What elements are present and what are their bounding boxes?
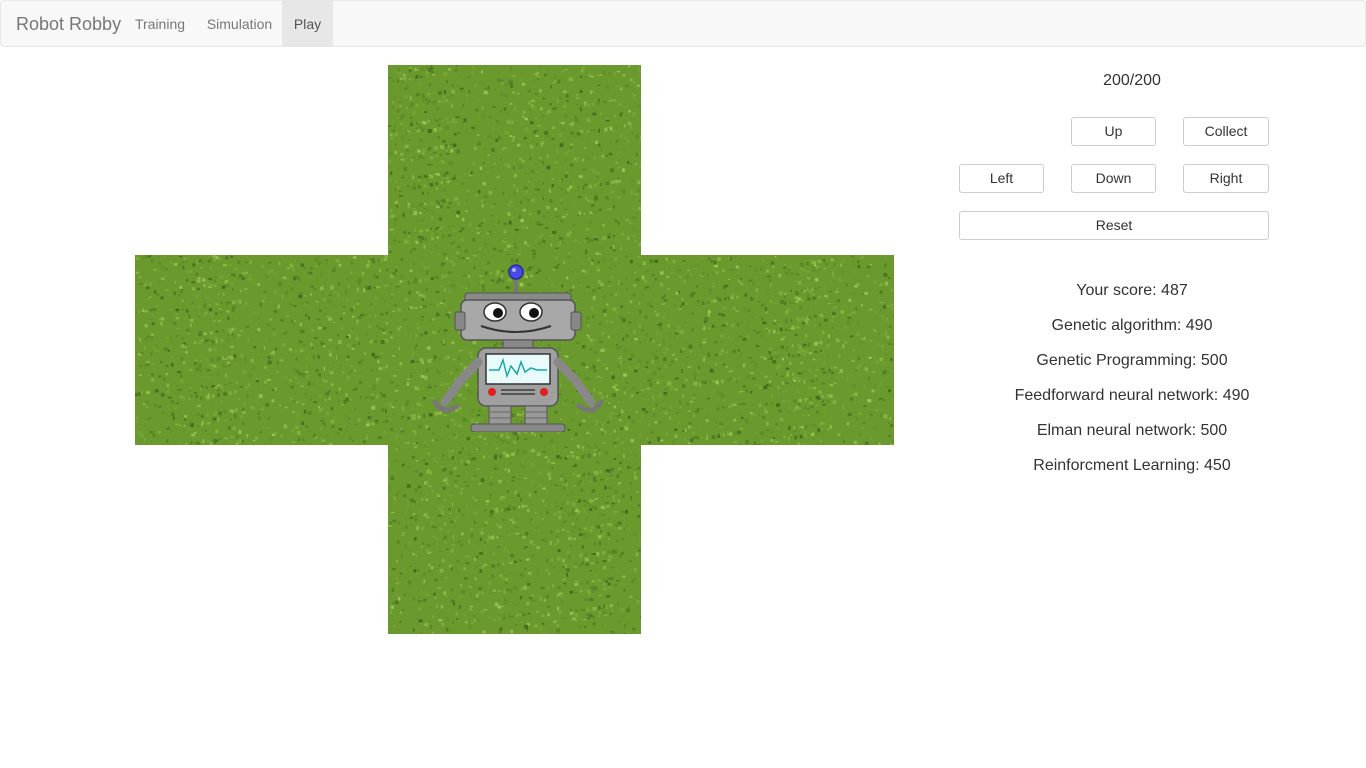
genetic-algorithm-score: Genetic algorithm: 490 <box>1051 317 1213 334</box>
genetic-programming-score: Genetic Programming: 500 <box>1036 352 1228 369</box>
nav-item-play[interactable]: Play <box>282 1 333 47</box>
grass-tile-right <box>641 255 894 445</box>
nav-item-simulation[interactable]: Simulation <box>197 1 282 47</box>
grass-tile-up <box>388 65 641 255</box>
your-score: Your score: 487 <box>1076 282 1188 299</box>
right-button[interactable]: Right <box>1183 164 1269 193</box>
feedforward-nn-score: Feedforward neural network: 490 <box>1014 387 1250 404</box>
nav-item-training[interactable]: Training <box>123 1 197 47</box>
up-button[interactable]: Up <box>1071 117 1156 146</box>
collect-button[interactable]: Collect <box>1183 117 1269 146</box>
grass-tile-left <box>135 255 388 445</box>
reinforcement-learning-score: Reinforcment Learning: 450 <box>1033 457 1231 474</box>
game-board <box>0 47 950 768</box>
down-button[interactable]: Down <box>1071 164 1156 193</box>
elman-nn-score: Elman neural network: 500 <box>1036 422 1228 439</box>
score-list: Your score: 487 Genetic algorithm: 490 G… <box>960 281 1304 491</box>
navbar: Robot Robby Training Simulation Play <box>0 0 1366 47</box>
robot-icon <box>432 264 604 432</box>
grass-tile-down <box>388 444 641 634</box>
reset-button[interactable]: Reset <box>959 211 1269 240</box>
left-button[interactable]: Left <box>959 164 1044 193</box>
navbar-brand[interactable]: Robot Robby <box>16 1 121 48</box>
step-counter: 200/200 <box>1103 72 1161 89</box>
